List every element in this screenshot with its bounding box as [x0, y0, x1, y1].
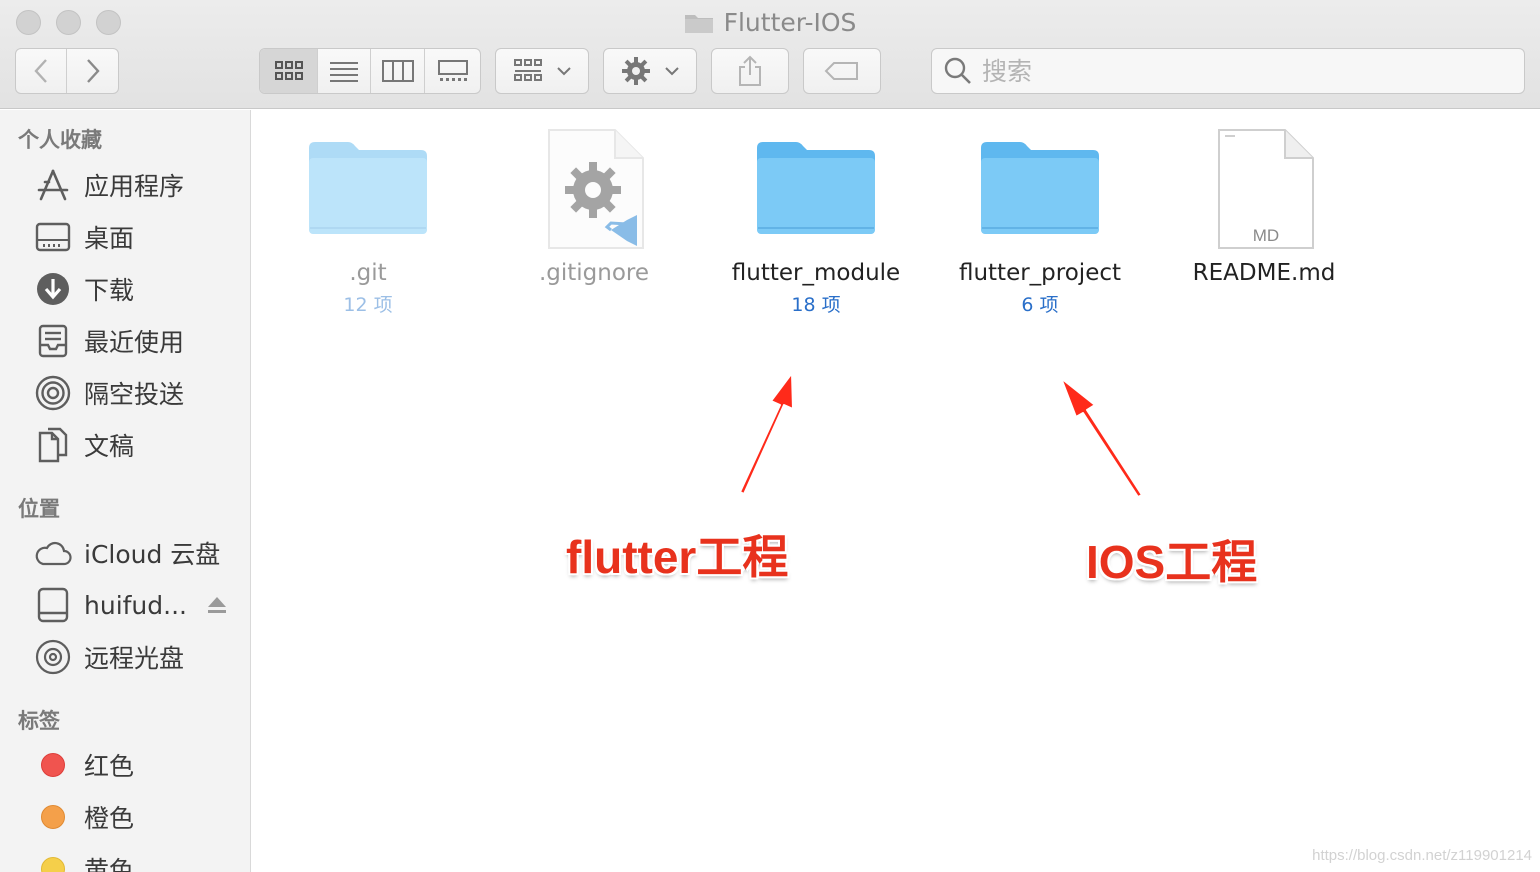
- sidebar-section-favorites: 个人收藏: [18, 128, 102, 152]
- folder-icon: [684, 15, 713, 33]
- gear-icon: [622, 57, 650, 85]
- sidebar-item-label: 黄色: [84, 856, 135, 872]
- tag-icon: [824, 62, 858, 80]
- file-item-gitignore[interactable]: .gitignore: [494, 128, 694, 286]
- sidebar-tag-orange[interactable]: 橙色: [34, 795, 134, 839]
- file-item-count: 6 项: [1021, 294, 1059, 316]
- recents-icon: [34, 322, 72, 360]
- folder-icon: [309, 142, 427, 234]
- file-item-readme[interactable]: MD README.md: [1164, 128, 1364, 286]
- sidebar-item-label: 远程光盘: [84, 644, 185, 673]
- airdrop-icon: [34, 374, 72, 412]
- file-item-flutter-module[interactable]: flutter_module 18 项: [716, 128, 916, 317]
- chevron-left-icon: [34, 59, 47, 83]
- sidebar-tag-red[interactable]: 红色: [34, 743, 134, 787]
- sidebar-item-desktop[interactable]: 桌面: [34, 215, 134, 259]
- sidebar-item-airdrop[interactable]: 隔空投送: [34, 371, 184, 415]
- folder-icon: [757, 142, 875, 234]
- chevron-down-icon: [557, 67, 571, 76]
- sidebar-section-locations: 位置: [18, 497, 60, 521]
- documents-icon: [34, 426, 72, 464]
- search-field[interactable]: [931, 48, 1525, 94]
- sidebar-item-label: 橙色: [84, 804, 135, 833]
- finder-window: Flutter-IOS 搜索 个人收藏 应用程序 桌面 下载 最近使用 隔空投送…: [0, 0, 1540, 872]
- file-item-git[interactable]: .git 12 项: [268, 128, 468, 317]
- sidebar-item-label: 隔空投送: [84, 380, 185, 409]
- eject-icon[interactable]: [207, 596, 227, 614]
- desktop-icon: [34, 218, 72, 256]
- tag-color-dot: [41, 805, 65, 829]
- file-name: .git: [349, 260, 387, 286]
- annotation-label-ios: IOS工程: [1086, 536, 1258, 588]
- group-by-button[interactable]: [495, 48, 589, 94]
- icloud-icon: [34, 534, 72, 572]
- file-name: README.md: [1192, 260, 1336, 286]
- column-view-icon: [381, 60, 414, 82]
- share-icon: [739, 55, 761, 86]
- applications-icon: [34, 166, 72, 204]
- sidebar-item-label: 红色: [84, 752, 135, 781]
- icon-view-button[interactable]: [260, 49, 318, 93]
- sidebar-item-label: iCloud 云盘: [84, 540, 221, 569]
- file-name: .gitignore: [538, 260, 650, 286]
- annotation-label-flutter: flutter工程: [566, 531, 789, 583]
- vscode-document-icon: [548, 129, 644, 249]
- sidebar-item-downloads[interactable]: 下载: [34, 267, 134, 311]
- sidebar-item-label: huifud...: [84, 590, 187, 620]
- group-grid-icon: [514, 59, 542, 81]
- sidebar-item-label: 最近使用: [84, 328, 185, 357]
- view-mode-group: [259, 48, 481, 94]
- share-button[interactable]: [711, 48, 789, 94]
- sidebar-item-label: 文稿: [84, 432, 135, 461]
- sidebar-section-tags: 标签: [18, 709, 60, 733]
- watermark: https://blog.csdn.net/z119901214: [1312, 847, 1532, 864]
- tag-color-dot: [41, 857, 65, 872]
- sidebar-item-recents[interactable]: 最近使用: [34, 319, 184, 363]
- markdown-document-icon: MD: [1218, 129, 1314, 249]
- sidebar-item-documents[interactable]: 文稿: [34, 423, 134, 467]
- sidebar-item-label: 应用程序: [84, 172, 185, 201]
- list-view-icon: [330, 62, 358, 82]
- gallery-view-button[interactable]: [425, 49, 480, 93]
- navigation-group: [15, 48, 119, 94]
- annotation-arrow-right: [1060, 377, 1143, 498]
- action-button[interactable]: [603, 48, 697, 94]
- search-icon: [944, 57, 971, 84]
- sidebar: 个人收藏 应用程序 桌面 下载 最近使用 隔空投送 文稿 位置 iCloud 云…: [0, 110, 251, 872]
- gallery-view-icon: [437, 60, 468, 81]
- toolbar: Flutter-IOS: [0, 0, 1540, 109]
- chevron-right-icon: [86, 59, 100, 83]
- file-name: flutter_module: [731, 260, 901, 286]
- folder-icon: [981, 142, 1099, 234]
- annotation-arrow-left: [739, 372, 794, 495]
- sidebar-item-icloud[interactable]: iCloud 云盘: [34, 531, 220, 575]
- sidebar-item-applications[interactable]: 应用程序: [34, 163, 184, 207]
- chevron-down-icon: [665, 67, 679, 76]
- file-item-count: 12 项: [343, 294, 393, 316]
- column-view-button[interactable]: [371, 49, 425, 93]
- sidebar-item-label: 桌面: [84, 224, 135, 253]
- search-input[interactable]: [982, 56, 1502, 86]
- icon-view-icon: [274, 61, 303, 80]
- file-browser-content: .git 12 项 .gitignore flutter_module 18 项…: [252, 110, 1540, 872]
- window-title: Flutter-IOS: [723, 8, 857, 37]
- remote-disc-icon: [34, 638, 72, 676]
- sidebar-tag-yellow[interactable]: 黄色: [34, 847, 134, 872]
- edit-tags-button[interactable]: [803, 48, 881, 94]
- window-title-bar: Flutter-IOS: [0, 6, 1540, 43]
- file-item-flutter-project[interactable]: flutter_project 6 项: [940, 128, 1140, 317]
- list-view-button[interactable]: [318, 49, 371, 93]
- sidebar-item-remote-disc[interactable]: 远程光盘: [34, 635, 184, 679]
- sidebar-item-label: 下载: [84, 276, 135, 305]
- disk-icon: [34, 586, 72, 624]
- forward-button[interactable]: [67, 49, 118, 93]
- file-type-badge: MD: [1253, 226, 1279, 245]
- tag-color-dot: [41, 753, 65, 777]
- file-name: flutter_project: [958, 260, 1122, 286]
- sidebar-item-disk[interactable]: huifud...: [34, 583, 227, 627]
- back-button[interactable]: [16, 49, 68, 93]
- file-item-count: 18 项: [791, 294, 841, 316]
- downloads-icon: [34, 270, 72, 308]
